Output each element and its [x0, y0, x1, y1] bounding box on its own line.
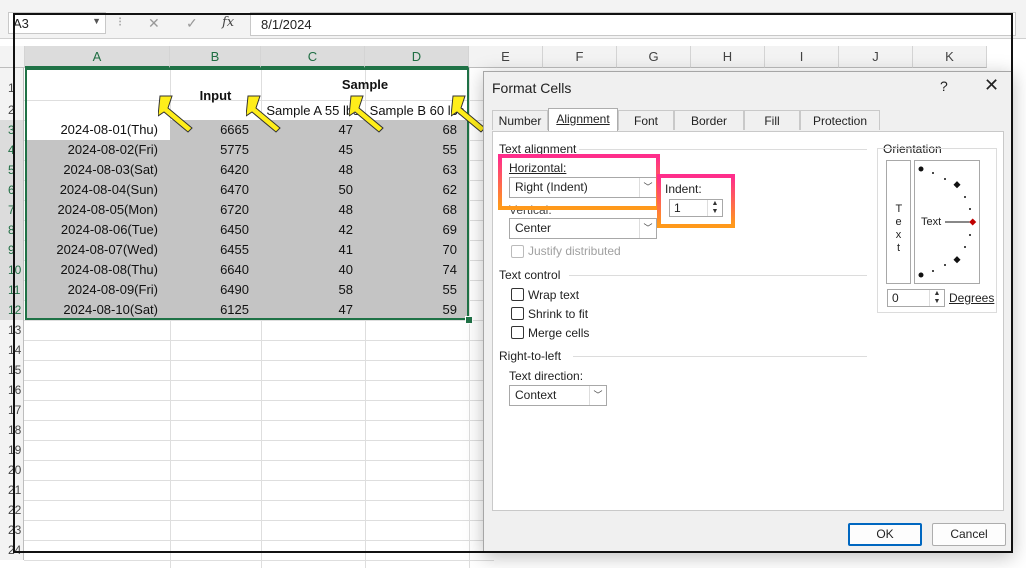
- horizontal-highlight: [498, 154, 660, 210]
- tab-border[interactable]: Border: [674, 110, 744, 130]
- confirm-entry-icon[interactable]: ✓: [186, 15, 198, 32]
- row-header-9[interactable]: 9: [0, 240, 24, 260]
- indent-arrow-icon: [349, 95, 384, 133]
- row-header-12[interactable]: 12: [0, 300, 24, 320]
- column-header-f[interactable]: F: [543, 46, 617, 68]
- row-header-24[interactable]: 24: [0, 540, 24, 560]
- more-icon: ⁝: [118, 14, 123, 29]
- degrees-spinner[interactable]: 0 ▲ ▼: [887, 289, 945, 307]
- orientation-dial[interactable]: Text: [914, 160, 980, 284]
- row-header-6[interactable]: 6: [0, 180, 24, 200]
- indent-arrow-icon: [158, 95, 193, 133]
- row-header-10[interactable]: 10: [0, 260, 24, 280]
- column-header-g[interactable]: G: [617, 46, 691, 68]
- column-header-e[interactable]: E: [469, 46, 543, 68]
- column-header-c[interactable]: C: [261, 46, 365, 68]
- row-header-7[interactable]: 7: [0, 200, 24, 220]
- justify-distributed-label: Justify distributed: [528, 244, 621, 258]
- text-control-group-label: Text control: [499, 268, 561, 282]
- format-cells-dialog: Format Cells ? ✕ Number Alignment Font B…: [483, 71, 1013, 553]
- degrees-label: Degrees: [949, 291, 995, 305]
- help-icon[interactable]: ?: [940, 78, 948, 94]
- row-header-3[interactable]: 3: [0, 120, 24, 140]
- row-header-14[interactable]: 14: [0, 340, 24, 360]
- tab-font[interactable]: Font: [618, 110, 674, 130]
- rtl-group-label: Right-to-left: [499, 349, 562, 363]
- chevron-down-icon: ﹀: [589, 386, 606, 405]
- row-header-15[interactable]: 15: [0, 360, 24, 380]
- row-header-4[interactable]: 4: [0, 140, 24, 160]
- row-header-8[interactable]: 8: [0, 220, 24, 240]
- chevron-down-icon: ﹀: [639, 219, 656, 238]
- close-icon[interactable]: ✕: [984, 75, 999, 96]
- column-header-j[interactable]: J: [839, 46, 913, 68]
- text-direction-select[interactable]: Context ﹀: [509, 385, 607, 406]
- row-header-20[interactable]: 20: [0, 460, 24, 480]
- name-box[interactable]: A3 ▼: [8, 12, 106, 34]
- select-all-corner[interactable]: [0, 46, 25, 68]
- text-direction-label: Text direction:: [509, 369, 584, 383]
- column-header-i[interactable]: I: [765, 46, 839, 68]
- merge-cells-label: Merge cells: [528, 326, 590, 340]
- fill-handle[interactable]: [465, 316, 473, 324]
- row-header-18[interactable]: 18: [0, 420, 24, 440]
- row-header-11[interactable]: 11: [0, 280, 24, 300]
- shrink-to-fit-checkbox[interactable]: [511, 307, 524, 320]
- indent-highlight: [657, 174, 735, 228]
- tab-number[interactable]: Number: [492, 110, 548, 130]
- row-header-5[interactable]: 5: [0, 160, 24, 180]
- tab-protection[interactable]: Protection: [800, 110, 880, 130]
- wrap-text-label: Wrap text: [528, 288, 580, 302]
- vertical-select[interactable]: Center ﹀: [509, 218, 657, 239]
- justify-distributed-checkbox[interactable]: [511, 245, 524, 258]
- row-header-22[interactable]: 22: [0, 500, 24, 520]
- spinner-arrows-icon[interactable]: ▲ ▼: [929, 290, 944, 306]
- column-header-k[interactable]: K: [913, 46, 987, 68]
- merge-cells-checkbox[interactable]: [511, 326, 524, 339]
- row-header-17[interactable]: 17: [0, 400, 24, 420]
- column-header-h[interactable]: H: [691, 46, 765, 68]
- name-box-dropdown-icon[interactable]: ▼: [92, 16, 101, 26]
- vertical-text-toggle[interactable]: T e x t: [886, 160, 911, 284]
- tab-fill[interactable]: Fill: [744, 110, 800, 130]
- shrink-to-fit-label: Shrink to fit: [528, 307, 589, 321]
- cancel-button[interactable]: Cancel: [932, 523, 1006, 546]
- row-header-21[interactable]: 21: [0, 480, 24, 500]
- row-header-2[interactable]: 2: [0, 100, 24, 120]
- dialog-title: Format Cells: [492, 80, 572, 96]
- row-header-23[interactable]: 23: [0, 520, 24, 540]
- formula-input[interactable]: 8/1/2024: [250, 12, 1016, 36]
- indent-arrow-icon: [246, 95, 281, 133]
- tab-alignment[interactable]: Alignment: [548, 108, 618, 132]
- column-header-d[interactable]: D: [365, 46, 469, 68]
- column-header-a[interactable]: A: [25, 46, 170, 68]
- orientation-text-label: Text: [921, 216, 942, 228]
- tab-bar: Number Alignment Font Border Fill Protec…: [492, 108, 1004, 132]
- formula-bar: A3 ▼ ⁝ ✕ ✓ fx 8/1/2024: [0, 0, 1026, 39]
- row-header-16[interactable]: 16: [0, 380, 24, 400]
- column-header-b[interactable]: B: [170, 46, 261, 68]
- tab-alignment-label: Alignment: [556, 112, 610, 126]
- row-header-19[interactable]: 19: [0, 440, 24, 460]
- insert-function-icon[interactable]: fx: [222, 15, 234, 30]
- cancel-entry-icon[interactable]: ✕: [148, 15, 160, 32]
- indent-arrow-icon: [451, 95, 486, 133]
- row-header-1[interactable]: 1: [0, 68, 24, 100]
- wrap-text-checkbox[interactable]: [511, 288, 524, 301]
- ok-button[interactable]: OK: [848, 523, 922, 546]
- row-header-13[interactable]: 13: [0, 320, 24, 340]
